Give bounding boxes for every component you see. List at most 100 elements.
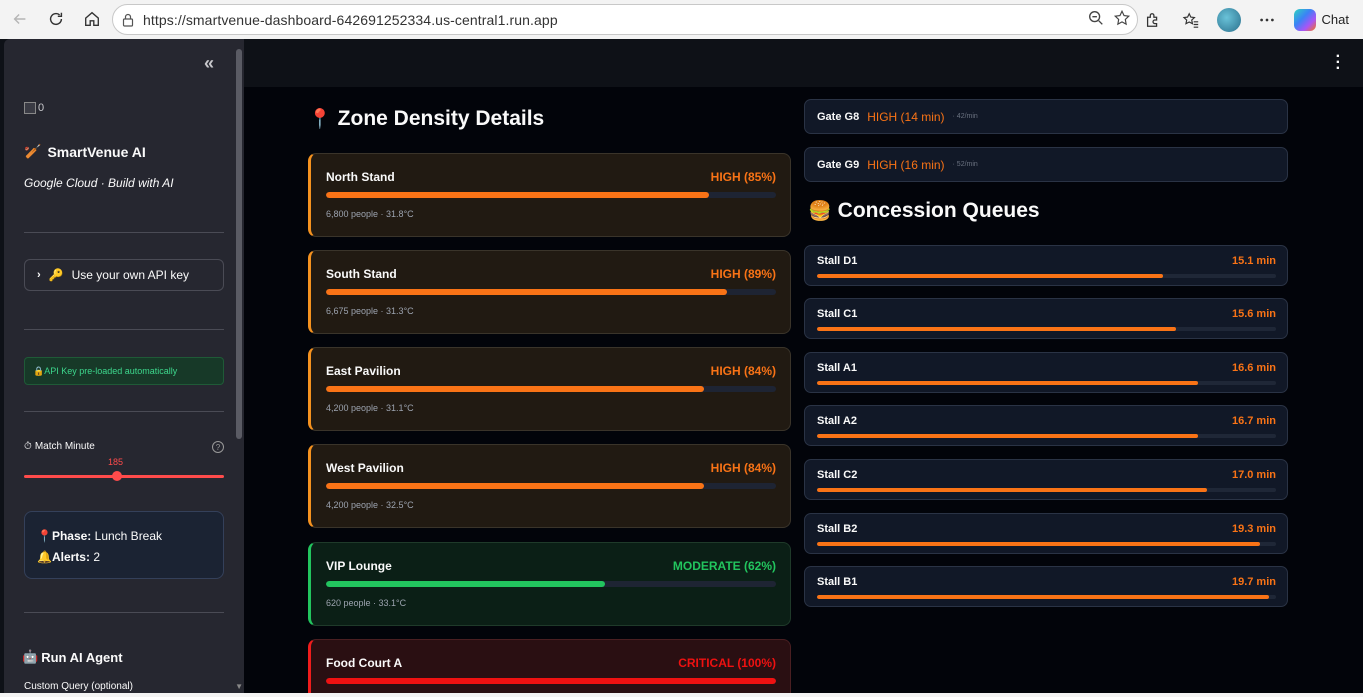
stall-wait: 17.0 min — [1231, 469, 1276, 481]
stall-card: Stall C2 17.0 min — [804, 459, 1288, 500]
stall-card: Stall A1 16.6 min — [804, 352, 1288, 393]
browser-toolbar: https://smartvenue-dashboard-64269125233… — [0, 0, 1363, 39]
zone-card: South Stand HIGH (89%) 6,675 people · 31.3… — [308, 250, 791, 334]
queue-bar — [817, 488, 1276, 492]
extensions-button[interactable] — [1136, 3, 1170, 37]
stall-wait: 15.6 min — [1231, 308, 1276, 320]
back-button[interactable] — [2, 1, 38, 37]
gate-card: Gate G8 HIGH (14 min) · 42/min — [804, 99, 1288, 134]
match-minute-slider[interactable] — [24, 475, 224, 478]
stall-wait: 19.7 min — [1231, 576, 1276, 588]
copilot-chat-button[interactable]: Chat — [1288, 8, 1355, 31]
zone-header: East Pavilion HIGH (84%) — [326, 364, 776, 378]
queue-bar — [817, 327, 1276, 331]
chat-label: Chat — [1321, 12, 1349, 27]
phase-row: 📍Phase: Lunch Break — [37, 529, 163, 543]
more-menu-button[interactable] — [1250, 3, 1284, 37]
zone-name: VIP Lounge — [326, 559, 392, 573]
robot-icon: 🤖 — [22, 649, 39, 664]
gate-rate: · 52/min — [952, 161, 978, 168]
cricket-bat-icon: 🏏 — [24, 143, 42, 159]
divider — [24, 329, 224, 330]
zone-meta: 6,675 people · 31.3°C — [326, 306, 414, 316]
stall-name: Stall A2 — [817, 415, 857, 427]
stall-wait: 16.6 min — [1231, 362, 1276, 374]
sidebar: ▼ « 0 🏏 SmartVenue AI Google Cloud · Buil… — [4, 39, 244, 693]
queue-bar-fill — [817, 434, 1198, 438]
concession-queues-title: 🍔 Concession Queues — [808, 199, 1040, 222]
burger-icon: 🍔 — [808, 201, 832, 222]
stall-card: Stall D1 15.1 min — [804, 245, 1288, 286]
app-header: · · · — [244, 39, 1363, 87]
alerts-row: 🔔Alerts: 2 — [37, 550, 100, 564]
density-bar — [326, 581, 776, 587]
stall-card: Stall B1 19.7 min — [804, 566, 1288, 607]
zone-status: HIGH (89%) — [710, 267, 776, 281]
help-icon[interactable]: ? — [212, 441, 224, 453]
stall-header: Stall A2 16.7 min — [817, 415, 1276, 427]
gate-wait: HIGH (16 min) — [867, 157, 945, 172]
copilot-icon — [1293, 8, 1316, 31]
home-button[interactable] — [74, 1, 110, 37]
queue-bar-fill — [817, 542, 1260, 546]
zone-card: VIP Lounge MODERATE (62%) 620 people · 33.… — [308, 542, 791, 626]
gate-wait: HIGH (14 min) — [867, 109, 945, 124]
stall-card: Stall A2 16.7 min — [804, 405, 1288, 446]
stopwatch-icon: ⏱ — [24, 441, 32, 452]
zone-card: West Pavilion HIGH (84%) 4,200 people · 32… — [308, 444, 791, 528]
stall-name: Stall A1 — [817, 362, 857, 374]
stall-header: Stall B1 19.7 min — [817, 576, 1276, 588]
sidebar-scrollbar[interactable] — [236, 49, 242, 439]
profile-button[interactable] — [1212, 3, 1246, 37]
zone-header: North Stand HIGH (85%) — [326, 170, 776, 184]
density-bar — [326, 483, 776, 489]
queue-bar-fill — [817, 327, 1177, 331]
zone-status: HIGH (85%) — [710, 170, 776, 184]
slider-value: 185 — [108, 457, 124, 467]
zone-card: North Stand HIGH (85%) 6,800 people · 31.8… — [308, 153, 791, 237]
bell-icon: 🔔 — [37, 550, 52, 564]
brand-title: 🏏 SmartVenue AI — [24, 143, 146, 160]
queue-bar — [817, 542, 1276, 546]
more-horizontal-icon — [1259, 18, 1274, 21]
key-icon: 🔑 — [48, 268, 64, 282]
home-icon — [85, 11, 99, 26]
avatar — [1216, 7, 1241, 32]
gate-card: Gate G9 HIGH (16 min) · 52/min — [804, 147, 1288, 182]
density-bar-fill — [326, 678, 776, 684]
density-bar-fill — [326, 289, 727, 295]
scroll-down-icon[interactable]: ▼ — [235, 682, 243, 691]
url-text: https://smartvenue-dashboard-64269125233… — [143, 11, 558, 28]
density-bar — [326, 678, 776, 684]
gate-name: Gate G8 — [817, 110, 860, 123]
zoom-out-icon[interactable] — [1087, 9, 1105, 27]
zone-name: Food Court A — [326, 656, 403, 670]
stall-name: Stall B1 — [817, 576, 858, 588]
favorites-list-icon — [1182, 11, 1198, 28]
zone-meta: 4,200 people · 31.1°C — [326, 403, 414, 413]
stall-name: Stall C2 — [817, 469, 858, 481]
stall-name: Stall D1 — [817, 255, 858, 267]
window-frame — [0, 693, 1363, 697]
api-key-expander[interactable]: › 🔑 Use your own API key — [24, 259, 224, 291]
slider-thumb[interactable] — [112, 471, 122, 481]
favorites-button[interactable] — [1174, 3, 1208, 37]
lock-icon: 🔒 — [33, 365, 45, 376]
zone-status: HIGH (84%) — [710, 461, 776, 475]
zone-status: MODERATE (62%) — [672, 559, 776, 573]
pin-icon: 📍 — [308, 109, 332, 130]
main-menu-button[interactable]: · · · — [1336, 49, 1341, 77]
density-bar-fill — [326, 386, 704, 392]
stall-header: Stall B2 19.3 min — [817, 523, 1276, 535]
zone-meta: 6,800 people · 31.8°C — [326, 209, 414, 219]
refresh-button[interactable] — [38, 1, 74, 37]
queue-bar — [817, 434, 1276, 438]
collapse-sidebar-button[interactable]: « — [204, 53, 214, 74]
api-key-status-badge: 🔒 API Key pre-loaded automatically — [24, 357, 224, 385]
queue-bar — [817, 274, 1276, 278]
favorite-star-icon[interactable] — [1113, 9, 1131, 27]
zone-name: South Stand — [326, 267, 397, 281]
divider — [24, 232, 224, 233]
address-bar[interactable]: https://smartvenue-dashboard-64269125233… — [112, 4, 1138, 35]
gate-name: Gate G9 — [817, 158, 860, 171]
